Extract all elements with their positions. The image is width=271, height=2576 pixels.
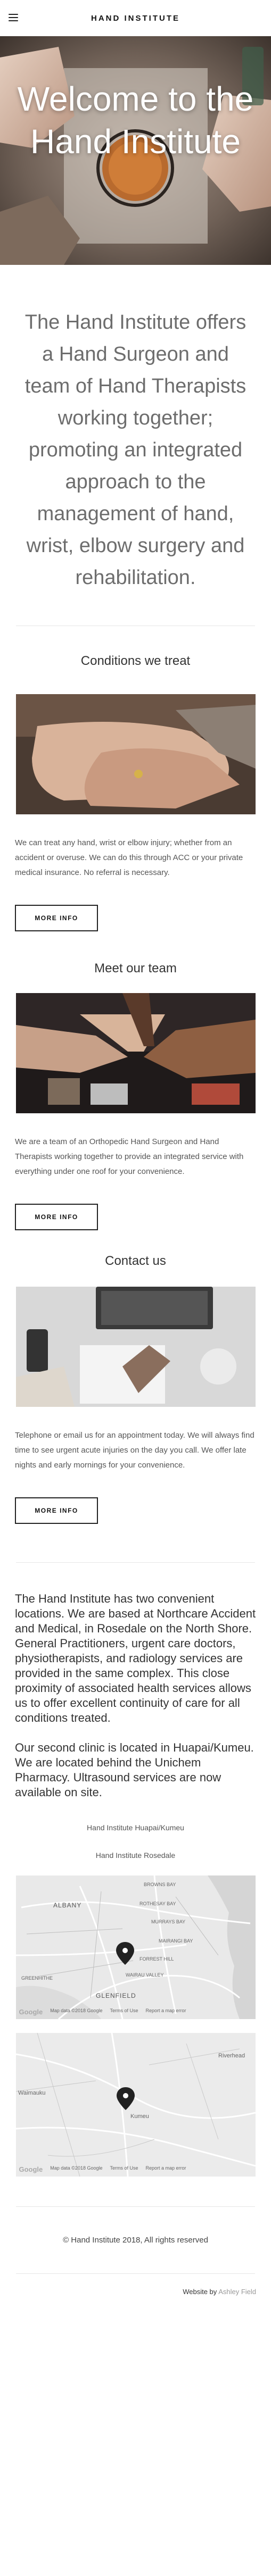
map-label: Riverhead [218, 2053, 245, 2059]
team-more-info-button[interactable]: MORE INFO [15, 1204, 98, 1230]
conditions-more-info-button[interactable]: MORE INFO [15, 905, 98, 931]
map-data-text: Map data ©2018 Google [50, 2165, 103, 2171]
map-label: MAIRANGI BAY [159, 1938, 193, 1944]
map-label: Kumeu [130, 2113, 149, 2120]
site-header: HAND INSTITUTE [0, 0, 271, 36]
map-attribution: Google Map data ©2018 Google Terms of Us… [19, 2165, 186, 2173]
map-label: WAIRAU VALLEY [126, 1972, 164, 1978]
hamburger-icon[interactable] [9, 14, 18, 21]
site-title[interactable]: HAND INSTITUTE [0, 14, 271, 23]
location-label-rosedale[interactable]: Hand Institute Rosedale [0, 1851, 271, 1860]
website-credit: Website by Ashley Field [0, 2288, 271, 2312]
map-label: GLENFIELD [96, 1992, 136, 1999]
report-map-error-link[interactable]: Report a map error [146, 2008, 186, 2016]
intro-section: The Hand Institute offers a Hand Surgeon… [0, 265, 271, 626]
location-label-huapai[interactable]: Hand Institute Huapai/Kumeu [0, 1823, 271, 1832]
section-text: We can treat any hand, wrist or elbow in… [15, 838, 243, 877]
section-heading: Contact us [105, 1254, 166, 1268]
intro-text: The Hand Institute offers a Hand Surgeon… [24, 311, 247, 589]
section-text: Telephone or email us for an appointment… [15, 1431, 254, 1470]
map-data-text: Map data ©2018 Google [50, 2008, 103, 2013]
hero-banner: Welcome to the Hand Institute [0, 36, 271, 265]
divider [16, 2206, 255, 2207]
map-label: Waimauku [18, 2090, 46, 2096]
second-clinic-paragraph: Our second clinic is located in Huapai/K… [15, 1741, 254, 1799]
map-label: ROTHESAY BAY [139, 1901, 176, 1906]
team-section: Meet our team We are a team of an Orthop… [0, 961, 271, 1230]
section-heading: Conditions we treat [80, 654, 191, 668]
locations-paragraph: The Hand Institute has two convenient lo… [15, 1592, 256, 1724]
divider [16, 1562, 255, 1563]
google-logo: Google [19, 2165, 43, 2173]
site-footer: © Hand Institute 2018, All rights reserv… [0, 2236, 271, 2312]
map-rosedale[interactable]: ALBANY BROWNS BAY ROTHESAY BAY MURRAYS B… [15, 1875, 256, 2020]
google-logo: Google [19, 2008, 43, 2016]
conditions-section: Conditions we treat We can treat any han… [0, 654, 271, 931]
map-label: ALBANY [53, 1902, 81, 1909]
map-label: FORREST HILL [139, 1956, 174, 1962]
section-text: We are a team of an Orthopedic Hand Surg… [15, 1137, 244, 1176]
contact-image [15, 1287, 256, 1407]
map-label: BROWNS BAY [144, 1882, 176, 1887]
terms-link[interactable]: Terms of Use [110, 2008, 138, 2016]
team-image [15, 993, 256, 1113]
map-huapai-canvas: Riverhead Waimauku Kumeu [15, 2032, 256, 2177]
credit-link[interactable]: Ashley Field [218, 2288, 256, 2296]
map-huapai[interactable]: Riverhead Waimauku Kumeu Google Map data… [15, 2032, 256, 2177]
contact-more-info-button[interactable]: MORE INFO [15, 1497, 98, 1524]
divider [16, 2273, 255, 2274]
map-label: GREENHITHE [21, 1975, 53, 1981]
map-rosedale-canvas: ALBANY BROWNS BAY ROTHESAY BAY MURRAYS B… [15, 1875, 256, 2020]
report-map-error-link[interactable]: Report a map error [146, 2165, 186, 2173]
credit-prefix: Website by [183, 2288, 217, 2296]
map-attribution: Google Map data ©2018 Google Terms of Us… [19, 2008, 186, 2016]
map-label: MURRAYS BAY [151, 1919, 185, 1924]
hero-title: Welcome to the Hand Institute [17, 80, 254, 161]
contact-section: Contact us Telephone or email us for an … [0, 1254, 271, 1524]
conditions-image [15, 694, 256, 814]
locations-about: The Hand Institute has two convenient lo… [0, 1591, 271, 1800]
terms-link[interactable]: Terms of Use [110, 2165, 138, 2173]
section-heading: Meet our team [94, 961, 177, 976]
copyright-text: © Hand Institute 2018, All rights reserv… [63, 2236, 208, 2245]
